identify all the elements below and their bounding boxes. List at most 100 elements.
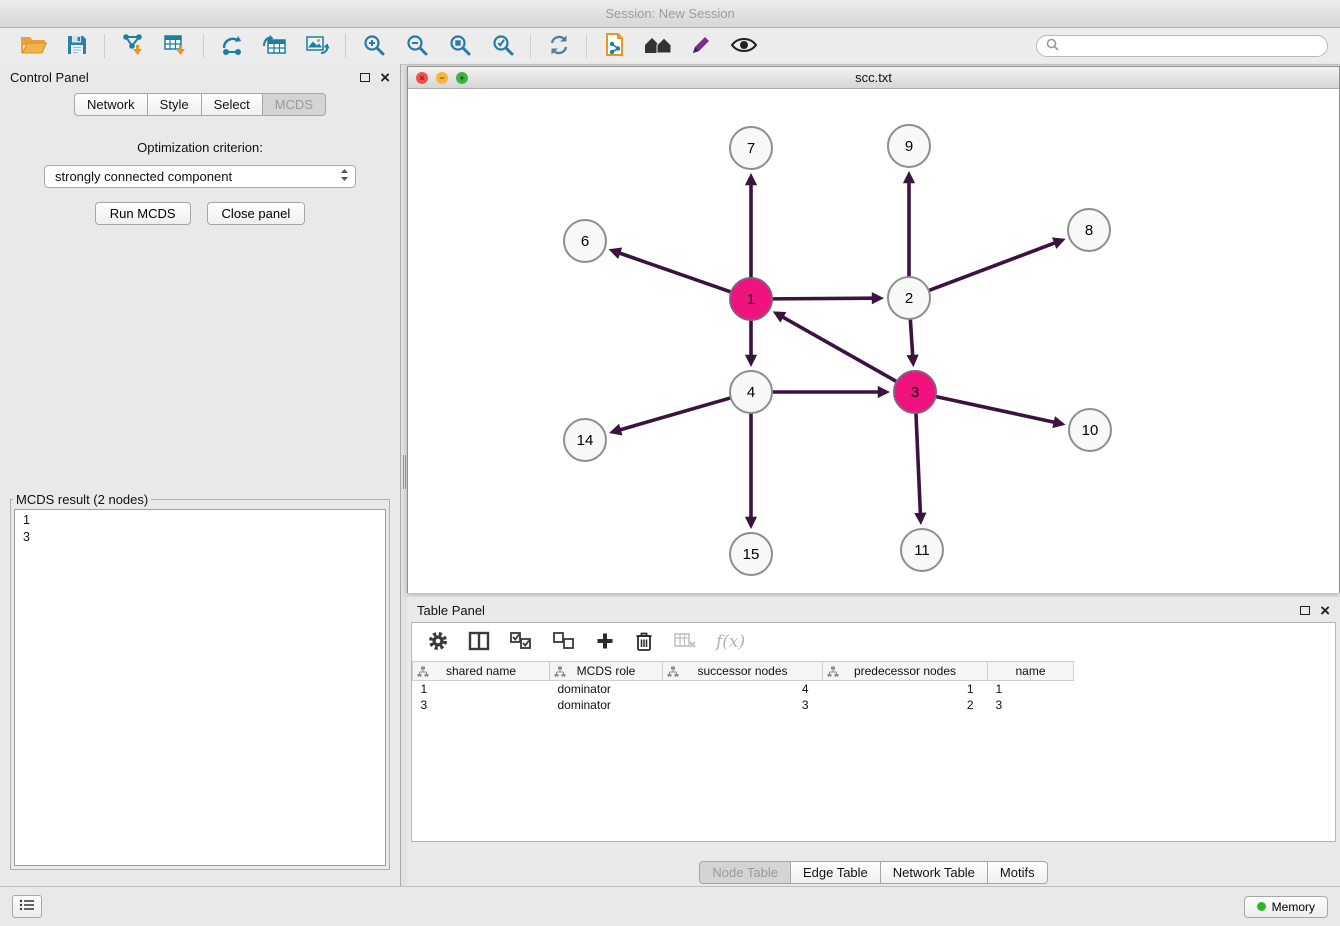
zoom-in-button[interactable] xyxy=(352,31,395,61)
mcds-result-box: MCDS result (2 nodes) 1 3 xyxy=(10,492,390,870)
table-settings-button[interactable] xyxy=(427,630,449,655)
tab-edge-table[interactable]: Edge Table xyxy=(791,861,881,884)
tab-node-table[interactable]: Node Table xyxy=(699,861,791,884)
unchecked-boxes-icon xyxy=(552,631,576,654)
graph-node-11[interactable]: 11 xyxy=(901,529,943,571)
tab-network-table[interactable]: Network Table xyxy=(881,861,988,884)
first-neighbors-button[interactable] xyxy=(636,31,679,61)
table-panel: Table Panel × xyxy=(407,597,1340,886)
svg-text:2: 2 xyxy=(905,290,913,307)
graph-edge-3-10[interactable] xyxy=(936,396,1055,422)
graph-edge-1-6[interactable] xyxy=(619,253,731,292)
graph-node-7[interactable]: 7 xyxy=(730,127,772,169)
cell-mcds-role[interactable]: dominator xyxy=(550,697,663,713)
cell-predecessor-nodes[interactable]: 2 xyxy=(823,697,988,713)
minimize-window-button[interactable]: − xyxy=(436,72,448,84)
graph-node-6[interactable]: 6 xyxy=(564,220,606,262)
copy-style-button[interactable] xyxy=(593,31,636,61)
zoom-selected-button[interactable] xyxy=(481,31,524,61)
annotation-button[interactable] xyxy=(679,31,722,61)
refresh-view-button[interactable] xyxy=(537,31,580,61)
run-mcds-button[interactable]: Run MCDS xyxy=(95,202,191,225)
cell-shared-name[interactable]: 1 xyxy=(413,681,550,697)
trash-icon xyxy=(634,630,654,655)
open-session-button[interactable] xyxy=(12,31,55,61)
toolbar-separator xyxy=(586,34,587,58)
column-header-predecessor-nodes[interactable]: predecessor nodes xyxy=(823,662,988,681)
cell-name[interactable]: 1 xyxy=(988,681,1074,697)
show-column-button[interactable] xyxy=(468,631,490,654)
zoom-out-button[interactable] xyxy=(395,31,438,61)
graph-node-10[interactable]: 10 xyxy=(1069,409,1111,451)
show-hide-details-button[interactable] xyxy=(722,31,765,61)
network-graph[interactable]: 7 9 6 8 1 2 4 3 14 10 15 11 xyxy=(408,90,1339,593)
column-header-successor-nodes[interactable]: successor nodes xyxy=(663,662,823,681)
function-builder-button[interactable]: f(x) xyxy=(716,632,745,652)
graph-node-8[interactable]: 8 xyxy=(1068,209,1110,251)
export-image-button[interactable] xyxy=(296,31,339,61)
graph-node-3[interactable]: 3 xyxy=(894,371,936,413)
new-network-button[interactable] xyxy=(210,31,253,61)
graph-node-14[interactable]: 14 xyxy=(564,419,606,461)
graph-node-1[interactable]: 1 xyxy=(730,278,772,320)
tab-network[interactable]: Network xyxy=(74,93,148,116)
criterion-dropdown[interactable]: strongly connected component xyxy=(44,165,356,188)
list-icon xyxy=(19,899,35,914)
float-table-panel-button[interactable] xyxy=(1300,606,1310,615)
control-panel: Control Panel × Network Style Select MCD… xyxy=(0,64,401,886)
mcds-result-title: MCDS result (2 nodes) xyxy=(13,492,151,507)
graph-node-4[interactable]: 4 xyxy=(730,371,772,413)
document-network-icon xyxy=(603,32,627,61)
svg-text:14: 14 xyxy=(577,432,594,449)
table-row[interactable]: 1 dominator 4 1 1 xyxy=(413,681,1074,697)
graph-edge-4-14[interactable] xyxy=(620,398,731,430)
graph-edge-2-3[interactable] xyxy=(910,319,912,356)
graph-node-15[interactable]: 15 xyxy=(730,533,772,575)
mcds-result-list[interactable]: 1 3 xyxy=(14,509,386,866)
delete-column-button[interactable] xyxy=(634,630,654,655)
close-panel-button-mcds[interactable]: Close panel xyxy=(207,202,306,225)
import-network-file-button[interactable] xyxy=(111,31,154,61)
search-icon xyxy=(1046,38,1059,54)
new-table-button[interactable] xyxy=(253,31,296,61)
search-box[interactable] xyxy=(1036,35,1328,57)
graph-edge-3-11[interactable] xyxy=(916,413,920,514)
tab-mcds[interactable]: MCDS xyxy=(263,93,326,116)
task-history-button[interactable] xyxy=(12,895,42,918)
table-panel-body: f(x) shared name MCDS role successor nod… xyxy=(411,622,1336,842)
import-table-file-button[interactable] xyxy=(154,31,197,61)
cell-name[interactable]: 3 xyxy=(988,697,1074,713)
graph-edge-3-1[interactable] xyxy=(782,317,896,382)
graph-node-9[interactable]: 9 xyxy=(888,125,930,167)
network-canvas[interactable]: 7 9 6 8 1 2 4 3 14 10 15 11 xyxy=(408,90,1339,593)
close-window-button[interactable]: × xyxy=(416,72,428,84)
deselect-all-columns-button[interactable] xyxy=(552,631,576,654)
close-panel-button[interactable]: × xyxy=(380,69,390,86)
tab-motifs[interactable]: Motifs xyxy=(988,861,1048,884)
select-all-columns-button[interactable] xyxy=(509,631,533,654)
graph-node-2[interactable]: 2 xyxy=(888,277,930,319)
column-header-name[interactable]: name xyxy=(988,662,1074,681)
cell-successor-nodes[interactable]: 4 xyxy=(663,681,823,697)
zoom-window-button[interactable]: + xyxy=(456,72,468,84)
tab-select[interactable]: Select xyxy=(202,93,263,116)
graph-edge-1-2[interactable] xyxy=(772,298,873,299)
graph-edge-2-8[interactable] xyxy=(929,243,1056,291)
cell-mcds-role[interactable]: dominator xyxy=(550,681,663,697)
tab-style[interactable]: Style xyxy=(148,93,202,116)
cell-shared-name[interactable]: 3 xyxy=(413,697,550,713)
cell-predecessor-nodes[interactable]: 1 xyxy=(823,681,988,697)
search-input[interactable] xyxy=(1064,39,1318,53)
column-header-mcds-role[interactable]: MCDS role xyxy=(550,662,663,681)
close-table-panel-button[interactable]: × xyxy=(1320,602,1330,619)
zoom-fit-button[interactable] xyxy=(438,31,481,61)
delete-table-button-disabled[interactable] xyxy=(673,632,697,653)
save-session-button[interactable] xyxy=(55,31,98,61)
column-header-shared-name[interactable]: shared name xyxy=(413,662,550,681)
memory-button[interactable]: Memory xyxy=(1244,896,1328,918)
table-row[interactable]: 3 dominator 3 2 3 xyxy=(413,697,1074,713)
float-panel-button[interactable] xyxy=(360,73,370,82)
cell-successor-nodes[interactable]: 3 xyxy=(663,697,823,713)
create-column-button[interactable] xyxy=(595,631,615,654)
control-panel-title: Control Panel xyxy=(10,70,89,85)
